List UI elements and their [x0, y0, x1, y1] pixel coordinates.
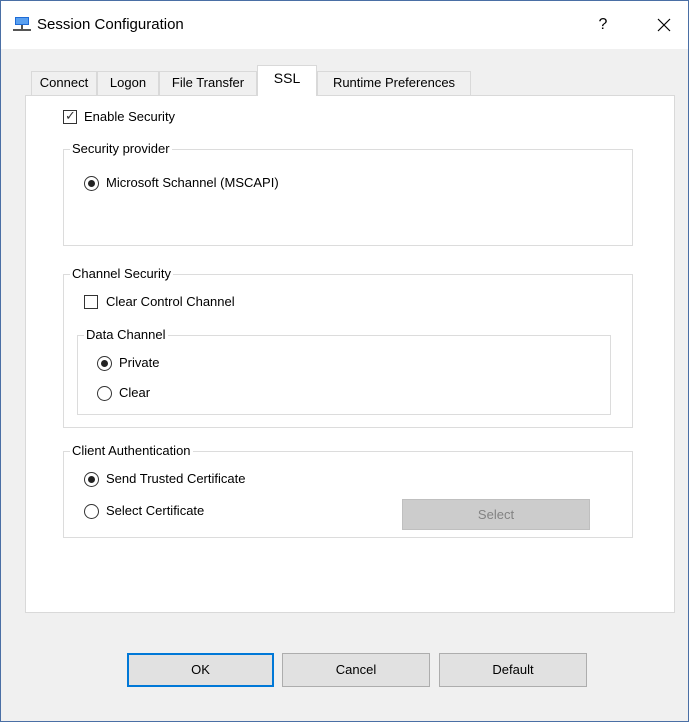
tab-runtime-preferences[interactable]: Runtime Preferences: [317, 71, 471, 95]
clear-label: Clear: [119, 385, 151, 400]
security-provider-group: Security provider Microsoft Schannel (MS…: [63, 141, 633, 246]
select-button[interactable]: Select: [402, 499, 590, 530]
private-label: Private: [119, 355, 160, 370]
tab-ssl[interactable]: SSL: [257, 65, 317, 96]
security-provider-title: Security provider: [70, 141, 172, 156]
channel-security-group: Channel Security Clear Control Channel D…: [63, 266, 633, 428]
enable-security-checkbox[interactable]: ✓: [63, 108, 77, 124]
client-authentication-title: Client Authentication: [70, 443, 193, 458]
select-certificate-label: Select Certificate: [106, 503, 205, 518]
clear-control-channel-label: Clear Control Channel: [106, 294, 235, 309]
data-channel-title: Data Channel: [84, 327, 168, 342]
client-authentication-group: Client Authentication Send Trusted Certi…: [63, 443, 633, 538]
tab-logon[interactable]: Logon: [97, 71, 159, 95]
default-button[interactable]: Default: [439, 653, 587, 687]
channel-security-title: Channel Security: [70, 266, 173, 281]
checkmark-icon: ✓: [65, 108, 76, 123]
close-icon[interactable]: [649, 12, 679, 38]
mscapi-radio[interactable]: [84, 176, 99, 191]
send-trusted-certificate-label: Send Trusted Certificate: [106, 471, 246, 486]
enable-security-label: Enable Security: [84, 109, 176, 124]
ftp-network-icon: [13, 17, 31, 31]
cancel-button[interactable]: Cancel: [282, 653, 430, 687]
send-trusted-certificate-radio[interactable]: [84, 472, 99, 487]
ssl-tab-panel: ✓ Enable Security Security provider Micr…: [25, 95, 675, 613]
select-certificate-radio[interactable]: [84, 504, 99, 519]
mscapi-label: Microsoft Schannel (MSCAPI): [106, 175, 279, 190]
tab-file-transfer[interactable]: File Transfer: [159, 71, 257, 95]
private-radio[interactable]: [97, 356, 112, 371]
session-configuration-dialog: Session Configuration ? Connect Logon Fi…: [0, 0, 689, 722]
window-title: Session Configuration: [37, 16, 184, 33]
tab-connect[interactable]: Connect: [31, 71, 97, 95]
clear-control-channel-checkbox[interactable]: [84, 295, 98, 309]
clear-radio[interactable]: [97, 386, 112, 401]
help-icon[interactable]: ?: [591, 12, 615, 38]
title-bar: Session Configuration ?: [1, 1, 688, 49]
data-channel-group: Data Channel Private Clear: [77, 327, 611, 415]
ok-button[interactable]: OK: [127, 653, 274, 687]
